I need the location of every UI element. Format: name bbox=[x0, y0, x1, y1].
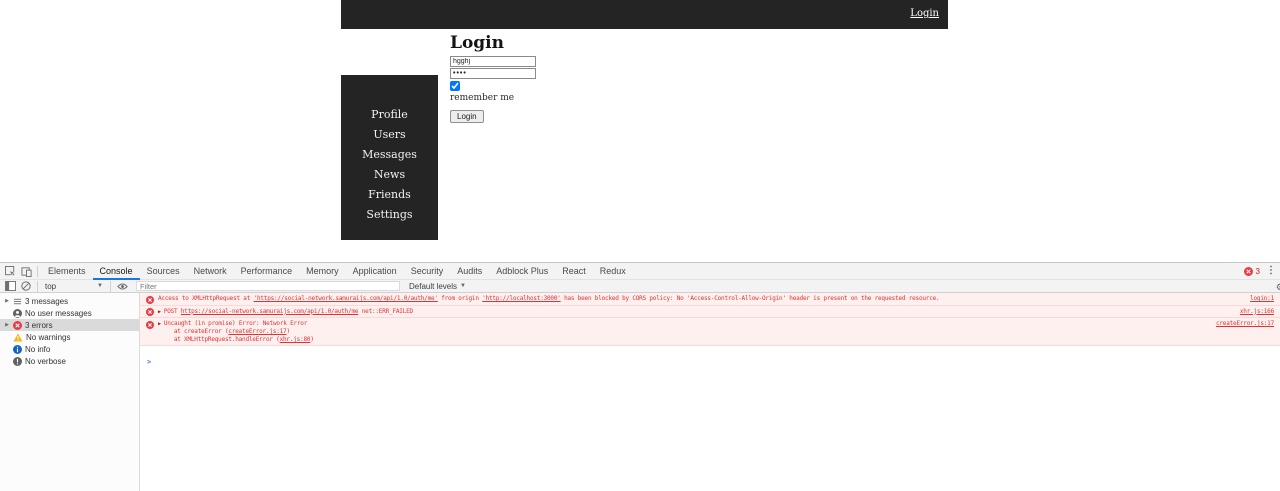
error-icon bbox=[146, 308, 154, 316]
source-location-link[interactable]: createError.js:17 bbox=[1206, 320, 1276, 328]
sidebar-item-settings[interactable]: Settings bbox=[366, 205, 412, 225]
devtools-panel: Elements Console Sources Network Perform… bbox=[0, 262, 1280, 491]
devtools-tab-bar: Elements Console Sources Network Perform… bbox=[0, 263, 1280, 280]
app-sidebar-nav: Profile Users Messages News Friends Sett… bbox=[341, 75, 438, 240]
log-levels-dropdown[interactable]: Default levels ▼ bbox=[409, 282, 466, 291]
expand-caret-icon[interactable]: ▶ bbox=[158, 320, 161, 328]
password-input[interactable] bbox=[450, 68, 536, 79]
console-settings-gear-icon[interactable]: ⚙ bbox=[1276, 282, 1280, 293]
console-sidebar-item-warnings[interactable]: No warnings bbox=[0, 331, 139, 343]
stack-frame: at createError (createError.js:17) bbox=[173, 328, 290, 335]
console-error-cors: Access to XMLHttpRequest at 'https://soc… bbox=[140, 293, 1280, 306]
error-badge-count: 3 bbox=[1255, 266, 1260, 276]
error-icon bbox=[146, 320, 154, 329]
error-message-text: Uncaught (in promise) Error: Network Err… bbox=[164, 320, 1206, 344]
stack-source-link[interactable]: xhr.js:80 bbox=[280, 336, 311, 343]
request-url-link[interactable]: https://social-network.samuraijs.com/api… bbox=[181, 308, 359, 315]
stack-frame: at XMLHttpRequest.handleError (xhr.js:80… bbox=[173, 336, 314, 343]
tab-audits[interactable]: Audits bbox=[450, 263, 489, 280]
sidebar-item-friends[interactable]: Friends bbox=[368, 185, 411, 205]
tab-application[interactable]: Application bbox=[346, 263, 404, 280]
chevron-down-icon: ▼ bbox=[460, 283, 466, 289]
device-toolbar-icon[interactable] bbox=[19, 265, 33, 278]
console-sidebar-item-errors[interactable]: ▶ 3 errors bbox=[0, 319, 139, 331]
error-badge-icon bbox=[1243, 266, 1253, 276]
console-prompt-chevron-icon: > bbox=[147, 358, 152, 366]
inspect-element-icon[interactable] bbox=[3, 265, 17, 278]
error-message-text: Access to XMLHttpRequest at 'https://soc… bbox=[158, 295, 940, 302]
sidebar-item-news[interactable]: News bbox=[374, 165, 405, 185]
clear-console-icon[interactable] bbox=[19, 280, 33, 293]
error-line: Uncaught (in promise) Error: Network Err… bbox=[163, 320, 308, 327]
tab-security[interactable]: Security bbox=[404, 263, 451, 280]
toolbar-separator bbox=[37, 280, 38, 292]
header-login-link[interactable]: Login bbox=[910, 8, 939, 19]
sidebar-item-users[interactable]: Users bbox=[373, 125, 405, 145]
source-location-link[interactable]: login:1 bbox=[1240, 295, 1276, 303]
devtools-menu-icon[interactable]: ⋮ bbox=[1266, 266, 1276, 276]
console-sidebar-item-user-messages[interactable]: No user messages bbox=[0, 307, 139, 319]
verbose-icon bbox=[13, 356, 22, 366]
login-submit-button[interactable]: Login bbox=[450, 110, 484, 123]
origin-url-link[interactable]: 'http://localhost:3000' bbox=[482, 295, 561, 302]
tab-elements[interactable]: Elements bbox=[41, 263, 93, 280]
console-sidebar-item-messages[interactable]: ▶ 3 messages bbox=[0, 295, 139, 307]
console-filter-input[interactable] bbox=[136, 281, 400, 291]
error-count-badge[interactable]: 3 bbox=[1243, 266, 1260, 276]
info-icon bbox=[13, 344, 22, 354]
console-messages-pane: Access to XMLHttpRequest at 'https://soc… bbox=[140, 293, 1280, 491]
remember-me-checkbox[interactable] bbox=[450, 81, 460, 91]
sidebar-item-profile[interactable]: Profile bbox=[371, 105, 408, 125]
console-toolbar: top ▼ Default levels ▼ ⚙ bbox=[0, 280, 1280, 293]
tab-performance[interactable]: Performance bbox=[234, 263, 300, 280]
login-form: Login remember me Login bbox=[450, 35, 650, 124]
user-icon bbox=[13, 308, 22, 318]
login-form-title: Login bbox=[450, 33, 504, 53]
tab-console[interactable]: Console bbox=[93, 263, 140, 280]
console-sidebar-item-info[interactable]: No info bbox=[0, 343, 139, 355]
console-sidebar-toggle-icon[interactable] bbox=[3, 280, 17, 293]
warning-icon bbox=[13, 332, 23, 342]
expand-caret-icon[interactable]: ▶ bbox=[158, 308, 161, 316]
expand-caret-icon[interactable]: ▶ bbox=[4, 322, 10, 328]
error-message-text: POST https://social-network.samuraijs.co… bbox=[163, 307, 413, 315]
console-prompt[interactable]: > bbox=[140, 346, 1280, 368]
username-input[interactable] bbox=[450, 56, 536, 67]
error-icon bbox=[146, 295, 154, 304]
stack-source-link[interactable]: createError.js:17 bbox=[228, 328, 286, 335]
execution-context-selector[interactable]: top ▼ bbox=[41, 282, 107, 291]
toolbar-separator bbox=[37, 265, 38, 277]
toolbar-separator bbox=[110, 280, 111, 292]
expand-caret-icon[interactable]: ▶ bbox=[4, 298, 10, 304]
request-url-link[interactable]: 'https://social-network.samuraijs.com/ap… bbox=[254, 295, 438, 302]
console-error-uncaught-promise: ▶ Uncaught (in promise) Error: Network E… bbox=[140, 318, 1280, 346]
source-location-link[interactable]: xhr.js:166 bbox=[1230, 308, 1276, 316]
console-error-post-failed: ▶ POST https://social-network.samuraijs.… bbox=[140, 305, 1280, 318]
sidebar-item-messages[interactable]: Messages bbox=[362, 145, 417, 165]
tab-sources[interactable]: Sources bbox=[140, 263, 187, 280]
app-header: Login bbox=[341, 0, 948, 29]
tab-memory[interactable]: Memory bbox=[299, 263, 346, 280]
chevron-down-icon: ▼ bbox=[97, 283, 103, 289]
tab-redux[interactable]: Redux bbox=[593, 263, 633, 280]
eye-live-expression-icon[interactable] bbox=[115, 280, 129, 293]
list-icon bbox=[13, 297, 22, 306]
remember-me-label: remember me bbox=[450, 93, 515, 103]
tab-adblock-plus[interactable]: Adblock Plus bbox=[489, 263, 555, 280]
console-sidebar-item-verbose[interactable]: No verbose bbox=[0, 355, 139, 367]
tab-react[interactable]: React bbox=[555, 263, 593, 280]
console-sidebar: ▶ 3 messages No user messages ▶ 3 errors bbox=[0, 293, 140, 491]
tab-network[interactable]: Network bbox=[187, 263, 234, 280]
error-icon bbox=[13, 320, 22, 330]
